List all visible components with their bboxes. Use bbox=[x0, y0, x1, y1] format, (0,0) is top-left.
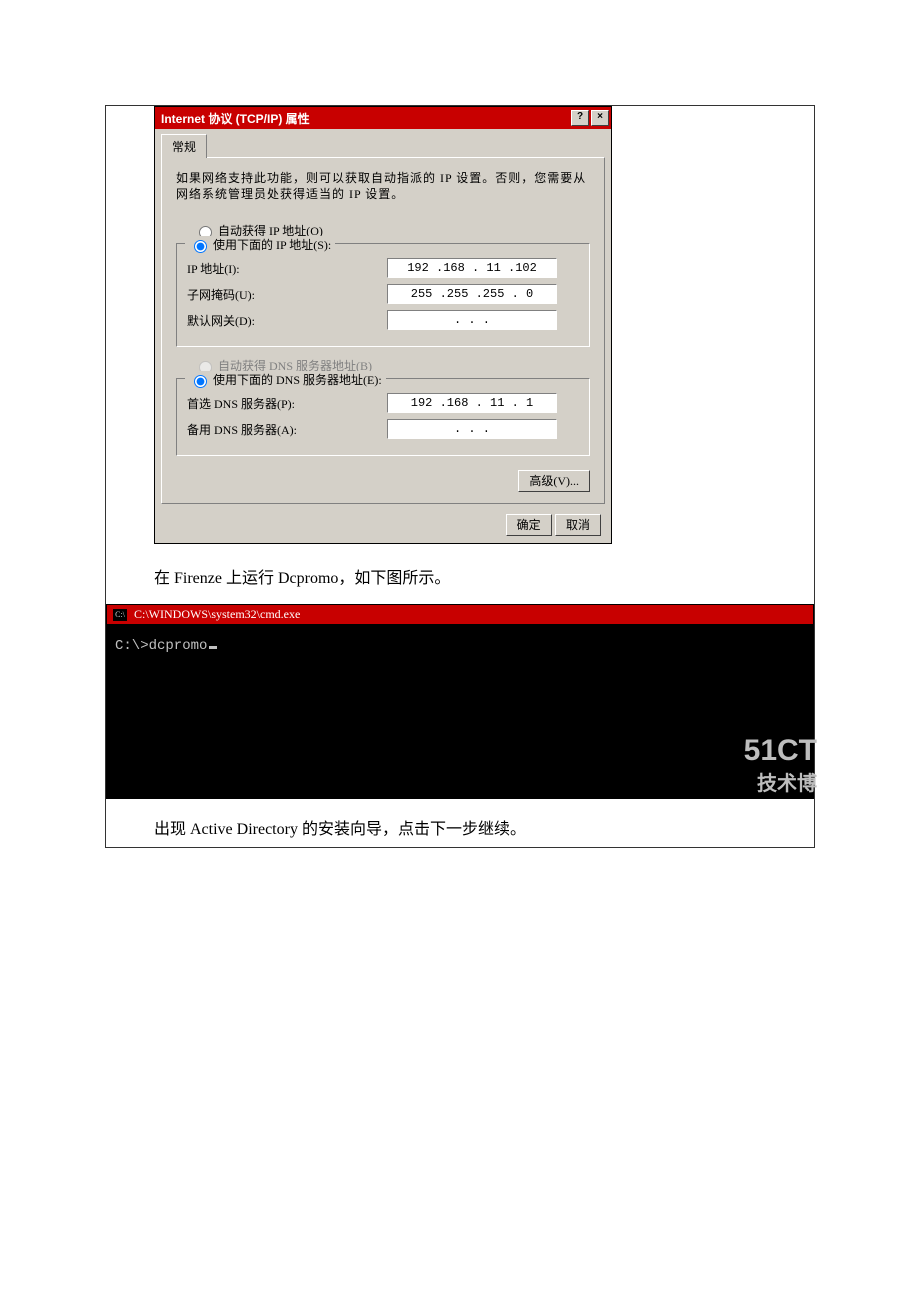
document-frame: www.bdocx.com Internet 协议 (TCP/IP) 属性 ? … bbox=[105, 105, 815, 848]
cmd-body[interactable]: C:\>dcpromo 51CT 技术博 bbox=[107, 624, 813, 798]
dns2-input[interactable]: . . . bbox=[387, 419, 557, 439]
tab-general[interactable]: 常规 bbox=[161, 134, 207, 158]
cancel-button[interactable]: 取消 bbox=[555, 514, 601, 536]
ip-address-label: IP 地址(I): bbox=[187, 260, 387, 277]
subnet-mask-input[interactable]: 255 .255 .255 . 0 bbox=[387, 284, 557, 304]
cmd-line: C:\>dcpromo bbox=[115, 638, 207, 654]
radio-manual-ip[interactable] bbox=[194, 240, 207, 253]
ok-button[interactable]: 确定 bbox=[506, 514, 552, 536]
dns1-label: 首选 DNS 服务器(P): bbox=[187, 395, 387, 412]
cmd-icon: C:\ bbox=[113, 609, 127, 621]
watermark-51ct: 51CT bbox=[744, 734, 817, 768]
description-text: 如果网络支持此功能，则可以获取自动指派的 IP 设置。否则，您需要从网络系统管理… bbox=[176, 170, 590, 202]
gateway-label: 默认网关(D): bbox=[187, 312, 387, 329]
gateway-input[interactable]: . . . bbox=[387, 310, 557, 330]
dialog-titlebar[interactable]: Internet 协议 (TCP/IP) 属性 ? × bbox=[155, 107, 611, 129]
cmd-window: C:\ C:\WINDOWS\system32\cmd.exe C:\>dcpr… bbox=[106, 604, 814, 799]
cmd-title-text: C:\WINDOWS\system32\cmd.exe bbox=[134, 607, 300, 621]
advanced-button[interactable]: 高级(V)... bbox=[518, 470, 590, 492]
close-button[interactable]: × bbox=[591, 110, 609, 126]
dns2-label: 备用 DNS 服务器(A): bbox=[187, 421, 387, 438]
dns1-input[interactable]: 192 .168 . 11 . 1 bbox=[387, 393, 557, 413]
subnet-mask-label: 子网掩码(U): bbox=[187, 286, 387, 303]
dialog-title: Internet 协议 (TCP/IP) 属性 bbox=[161, 110, 569, 127]
radio-manual-dns-label: 使用下面的 DNS 服务器地址(E): bbox=[213, 371, 382, 388]
watermark-blog: 技术博 bbox=[757, 767, 817, 796]
tab-panel: 如果网络支持此功能，则可以获取自动指派的 IP 设置。否则，您需要从网络系统管理… bbox=[161, 157, 605, 504]
radio-manual-ip-label: 使用下面的 IP 地址(S): bbox=[213, 236, 331, 253]
ip-address-input[interactable]: 192 .168 . 11 .102 bbox=[387, 258, 557, 278]
help-button[interactable]: ? bbox=[571, 110, 589, 126]
caption-run-dcpromo: 在 Firenze 上运行 Dcpromo，如下图所示。 bbox=[154, 564, 814, 588]
manual-dns-group: 使用下面的 DNS 服务器地址(E): 首选 DNS 服务器(P): 192 .… bbox=[176, 378, 590, 456]
caption-ad-wizard: 出现 Active Directory 的安装向导，点击下一步继续。 bbox=[154, 815, 814, 839]
cmd-titlebar[interactable]: C:\ C:\WINDOWS\system32\cmd.exe bbox=[107, 605, 813, 624]
cmd-cursor bbox=[209, 646, 217, 649]
tcpip-properties-dialog: Internet 协议 (TCP/IP) 属性 ? × 常规 如果网络支持此功能… bbox=[154, 106, 612, 544]
manual-ip-group: 使用下面的 IP 地址(S): IP 地址(I): 192 .168 . 11 … bbox=[176, 243, 590, 347]
radio-manual-dns[interactable] bbox=[194, 375, 207, 388]
